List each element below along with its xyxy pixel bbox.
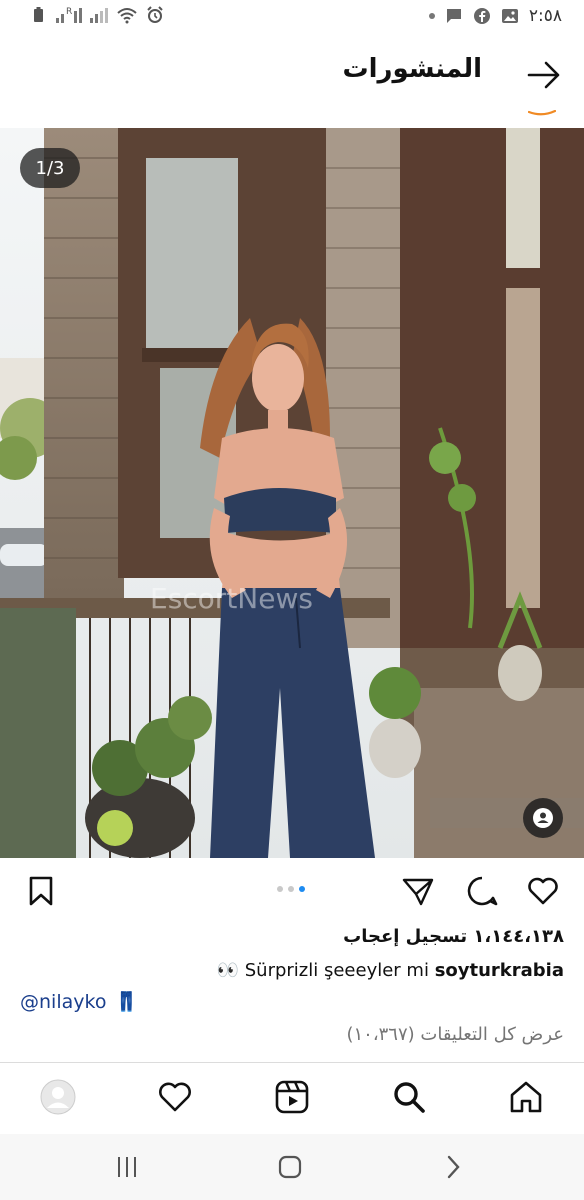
- facebook-icon: [473, 8, 490, 24]
- status-left-icons: R: [30, 6, 164, 24]
- tagged-people-button[interactable]: [523, 798, 563, 838]
- arrow-right-icon[interactable]: [526, 60, 562, 90]
- recent-apps-icon[interactable]: [114, 1154, 140, 1180]
- watermark-text: EscortNews: [150, 582, 313, 615]
- status-right: ٢:٥٨: [428, 6, 562, 26]
- message-icon: [446, 9, 461, 23]
- home-icon[interactable]: [508, 1079, 544, 1115]
- caption: 👀 Sürprizli şeeeyler mi soyturkrabia: [217, 960, 564, 981]
- bottom-nav: [0, 1062, 584, 1135]
- search-icon[interactable]: [391, 1079, 427, 1115]
- mention-emoji: 👖: [114, 991, 139, 1013]
- page-title: المنشورات: [342, 54, 482, 84]
- image-counter: 1/3: [20, 148, 80, 188]
- carousel-dot-active: [299, 886, 305, 892]
- system-nav-bar: [0, 1134, 584, 1200]
- wifi-icon: [117, 8, 137, 24]
- reels-icon[interactable]: [274, 1079, 310, 1115]
- signal-label: R: [66, 7, 73, 17]
- view-comments-link[interactable]: عرض كل التعليقات (١٠،٣٦٧): [346, 1024, 564, 1045]
- home-button-icon[interactable]: [277, 1154, 303, 1180]
- avatar-icon[interactable]: [40, 1079, 76, 1115]
- heart-icon[interactable]: [526, 874, 560, 908]
- signal-icon-2: [90, 7, 109, 23]
- accent-swoosh-icon: [528, 110, 556, 116]
- bookmark-icon[interactable]: [24, 874, 58, 908]
- status-bar: R ٢:٥٨: [0, 0, 584, 36]
- person-icon: [533, 808, 553, 828]
- signal-icon: R: [56, 7, 83, 23]
- caption-emoji: 👀: [216, 960, 239, 981]
- heart-icon[interactable]: [157, 1079, 193, 1115]
- status-time: ٢:٥٨: [528, 6, 562, 26]
- caption-text: Sürprizli şeeeyler mi: [244, 960, 429, 981]
- carousel-indicator: [277, 886, 305, 892]
- gallery-icon: [501, 9, 518, 23]
- notification-dot-icon: [428, 13, 435, 19]
- post-photo-illustration: EscortNews: [0, 128, 584, 858]
- mention-link[interactable]: @nilayko: [20, 991, 106, 1013]
- header: المنشورات: [0, 36, 584, 129]
- likes-count[interactable]: ١،١٤٤،١٣٨ تسجيل إعجاب: [343, 926, 564, 947]
- alarm-icon: [147, 6, 163, 23]
- battery-icon: [34, 7, 43, 22]
- caption-username[interactable]: soyturkrabia: [435, 960, 564, 981]
- carousel-dot: [288, 886, 294, 892]
- back-chevron-icon[interactable]: [440, 1154, 466, 1180]
- carousel-dot: [277, 886, 283, 892]
- post-image[interactable]: EscortNews: [0, 128, 584, 858]
- comment-icon[interactable]: [465, 874, 499, 908]
- send-icon[interactable]: [401, 874, 435, 908]
- mention: @nilayko 👖: [20, 990, 139, 1014]
